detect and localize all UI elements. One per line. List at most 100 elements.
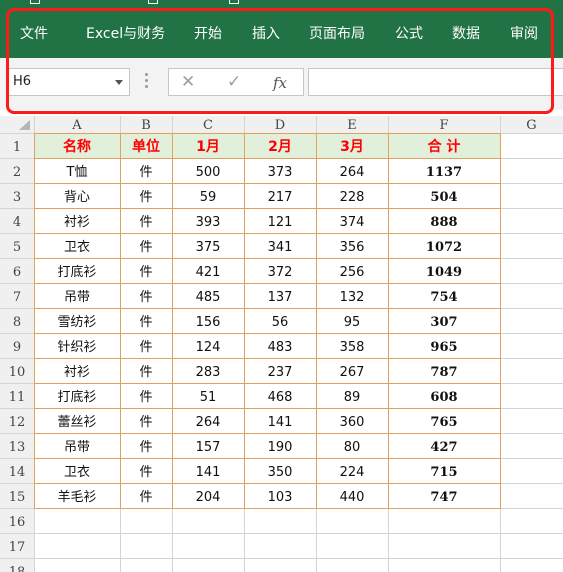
redo-icon[interactable]: [229, 0, 239, 4]
table-cell[interactable]: 件: [139, 365, 152, 380]
table-cell[interactable]: 80: [344, 440, 361, 455]
table-cell[interactable]: 背心: [64, 190, 90, 205]
table-header-cell[interactable]: 名称: [63, 138, 91, 155]
table-cell[interactable]: 765: [430, 415, 457, 430]
table-cell[interactable]: 51: [200, 390, 217, 405]
table-header-cell[interactable]: 单位: [132, 138, 160, 155]
tab-file[interactable]: 文件: [20, 25, 48, 43]
table-header-cell[interactable]: 合 计: [428, 138, 461, 155]
row-header-1[interactable]: 1: [13, 140, 21, 155]
table-cell[interactable]: 228: [340, 190, 365, 205]
table-cell[interactable]: T恤: [66, 165, 88, 180]
table-cell[interactable]: 件: [139, 290, 152, 305]
table-cell[interactable]: 95: [344, 315, 361, 330]
table-cell[interactable]: 787: [430, 365, 457, 380]
function-icon[interactable]: fx: [273, 73, 287, 93]
row-header-3[interactable]: 3: [13, 190, 21, 205]
row-header-8[interactable]: 8: [13, 315, 21, 330]
table-cell[interactable]: 267: [340, 365, 365, 380]
row-header-12[interactable]: 12: [9, 415, 26, 430]
table-cell[interactable]: 264: [196, 415, 221, 430]
table-cell[interactable]: 358: [340, 340, 365, 355]
table-cell[interactable]: 89: [344, 390, 361, 405]
table-cell[interactable]: 157: [196, 440, 221, 455]
cancel-icon[interactable]: ✕: [181, 72, 195, 92]
table-cell[interactable]: 350: [268, 465, 293, 480]
table-cell[interactable]: 307: [430, 315, 457, 330]
table-cell[interactable]: 237: [268, 365, 293, 380]
row-header-2[interactable]: 2: [13, 165, 21, 180]
table-cell[interactable]: 59: [200, 190, 217, 205]
table-cell[interactable]: 56: [272, 315, 289, 330]
table-cell[interactable]: 卫衣: [64, 239, 90, 255]
table-cell[interactable]: 356: [340, 240, 365, 255]
table-cell[interactable]: 件: [139, 465, 152, 480]
row-header-10[interactable]: 10: [9, 365, 26, 380]
table-cell[interactable]: 124: [196, 340, 221, 355]
row-header-9[interactable]: 9: [13, 340, 21, 355]
table-cell[interactable]: 针织衫: [57, 340, 96, 355]
column-header-a[interactable]: A: [71, 118, 82, 133]
table-header-cell[interactable]: 3月: [340, 139, 364, 155]
tab-data[interactable]: 数据: [452, 25, 480, 43]
table-cell[interactable]: 373: [268, 165, 293, 180]
table-cell[interactable]: 341: [268, 240, 293, 255]
spreadsheet-grid[interactable]: ABCDEFG123456789101112131415161718名称单位1月…: [0, 116, 563, 572]
check-icon[interactable]: ✓: [227, 72, 241, 92]
table-cell[interactable]: 件: [139, 440, 152, 455]
table-cell[interactable]: 卫衣: [64, 464, 90, 480]
column-header-f[interactable]: F: [439, 118, 448, 133]
table-cell[interactable]: 190: [268, 440, 293, 455]
table-cell[interactable]: 件: [139, 215, 152, 230]
table-cell[interactable]: 485: [196, 290, 221, 305]
formula-input[interactable]: [308, 68, 563, 96]
table-cell[interactable]: 393: [196, 215, 221, 230]
table-cell[interactable]: 件: [139, 240, 152, 255]
sheet-canvas[interactable]: ABCDEFG123456789101112131415161718名称单位1月…: [0, 116, 563, 572]
column-header-d[interactable]: D: [275, 118, 285, 133]
chevron-down-icon[interactable]: [115, 80, 123, 85]
tab-home[interactable]: 开始: [194, 25, 222, 43]
row-header-5[interactable]: 5: [13, 240, 21, 255]
table-cell[interactable]: 888: [430, 215, 457, 230]
table-cell[interactable]: 件: [139, 190, 152, 205]
column-header-b[interactable]: B: [141, 118, 151, 133]
table-cell[interactable]: 360: [340, 415, 365, 430]
table-cell[interactable]: 件: [139, 340, 152, 355]
table-cell[interactable]: 374: [340, 215, 365, 230]
table-cell[interactable]: 283: [196, 365, 221, 380]
table-cell[interactable]: 件: [139, 390, 152, 405]
table-cell[interactable]: 蕾丝衫: [57, 415, 96, 430]
column-header-g[interactable]: G: [526, 118, 536, 133]
tab-excel-finance[interactable]: Excel与财务: [86, 25, 165, 43]
undo-icon[interactable]: [148, 0, 158, 4]
table-cell[interactable]: 141: [196, 465, 221, 480]
table-cell[interactable]: 衬衫: [64, 365, 90, 380]
table-cell[interactable]: 吊带: [64, 440, 90, 455]
table-cell[interactable]: 754: [430, 290, 457, 305]
row-header-6[interactable]: 6: [13, 265, 21, 280]
table-cell[interactable]: 1072: [426, 240, 462, 255]
table-cell[interactable]: 965: [430, 340, 457, 355]
row-header-15[interactable]: 15: [9, 490, 26, 505]
row-header-16[interactable]: 16: [9, 515, 26, 530]
table-cell[interactable]: 440: [340, 490, 365, 505]
row-header-4[interactable]: 4: [13, 215, 21, 230]
row-header-13[interactable]: 13: [9, 440, 26, 455]
row-header-18[interactable]: 18: [9, 565, 26, 572]
table-header-cell[interactable]: 2月: [268, 139, 292, 155]
tab-formulas[interactable]: 公式: [395, 25, 423, 43]
table-cell[interactable]: 吊带: [64, 290, 90, 305]
row-header-14[interactable]: 14: [9, 465, 26, 480]
table-cell[interactable]: 427: [430, 440, 457, 455]
drag-handle-icon[interactable]: [145, 73, 148, 91]
table-cell[interactable]: 件: [139, 165, 152, 180]
table-cell[interactable]: 156: [196, 315, 221, 330]
table-cell[interactable]: 264: [340, 165, 365, 180]
table-cell[interactable]: 103: [268, 490, 293, 505]
row-header-7[interactable]: 7: [13, 290, 21, 305]
table-cell[interactable]: 468: [268, 390, 293, 405]
table-cell[interactable]: 204: [196, 490, 221, 505]
table-header-cell[interactable]: 1月: [196, 139, 220, 155]
table-cell[interactable]: 217: [268, 190, 293, 205]
